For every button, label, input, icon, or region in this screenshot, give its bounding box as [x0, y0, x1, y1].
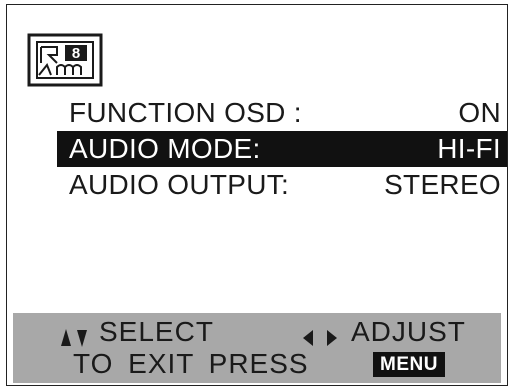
- menu-item-audio-mode[interactable]: AUDIO MODE: HI-FI: [57, 131, 507, 167]
- menu-item-value: ON: [458, 97, 501, 128]
- help-line-navigation: SELECT ADJUST: [13, 315, 501, 349]
- menu-item-function-osd[interactable]: FUNCTION OSD : ON: [57, 95, 507, 131]
- menu-item-label: AUDIO MODE:: [69, 133, 261, 164]
- select-hint-label: SELECT: [99, 316, 214, 347]
- osd-menu: FUNCTION OSD : ON AUDIO MODE: HI-FI AUDI…: [57, 95, 507, 203]
- help-line-exit: TO EXIT PRESS MENU: [13, 347, 501, 381]
- help-bar: SELECT ADJUST TO EXIT PRESS MENU: [13, 313, 501, 383]
- osd-screen: 8 FUNCTION OSD : ON AUDIO MODE: HI-FI AU…: [6, 4, 508, 386]
- menu-item-label: FUNCTION OSD :: [69, 97, 302, 128]
- up-down-arrows-icon: [61, 322, 91, 347]
- adjust-hint-label: ADJUST: [351, 316, 466, 347]
- left-right-arrows-icon: [301, 322, 339, 346]
- menu-item-value: HI-FI: [437, 133, 501, 164]
- logo-badge-number: 8: [72, 45, 80, 62]
- osd-logo-icon: 8: [27, 33, 103, 87]
- menu-item-value: STEREO: [384, 169, 501, 200]
- menu-item-audio-output[interactable]: AUDIO OUTPUT: STEREO: [57, 167, 507, 203]
- menu-item-label: AUDIO OUTPUT:: [69, 169, 290, 200]
- menu-button[interactable]: MENU: [373, 352, 445, 377]
- exit-hint-label: TO EXIT PRESS: [73, 348, 309, 379]
